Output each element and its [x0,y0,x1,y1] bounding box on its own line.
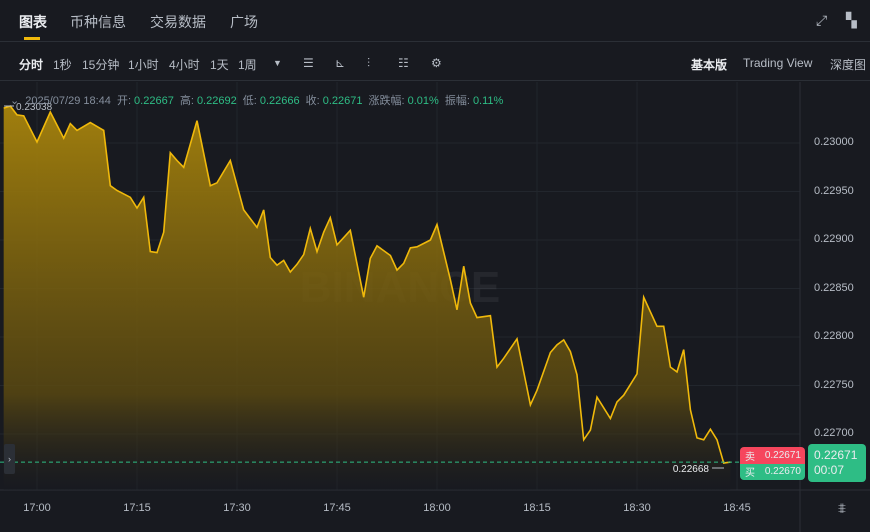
high-value: 0.22692 [196,95,237,107]
y-tick-label: 0.23000 [814,136,854,148]
area-fill [3,106,731,490]
y-tick-label: 0.22800 [814,330,854,342]
collapse-icon[interactable]: ⌄ [10,95,19,107]
close-label: 收: [305,95,320,107]
change-label: 涨跌幅: [368,95,405,107]
ohlc-info: ⌄ 2025/07/29 18:44 开: 0.22667 高: 0.22692 低… [10,92,506,108]
close-value: 0.22671 [322,95,363,107]
auto-scale-icon[interactable]: ⩨ [838,500,846,517]
y-tick-label: 0.22900 [814,233,854,245]
x-tick-label: 17:30 [223,502,251,514]
low-marker-label: 0.22668 [673,464,710,475]
last-price-tag: 0.22671 00:07 [808,444,866,482]
x-tick-label: 18:15 [523,502,551,514]
sell-label: 卖 [745,451,755,463]
info-datetime: 2025/07/29 18:44 [25,95,111,107]
expand-sidebar-button[interactable]: › [4,444,15,474]
y-tick-label: 0.22700 [814,427,854,439]
x-tick-label: 17:00 [23,502,51,514]
candle-countdown: 00:07 [814,463,845,477]
buy-label: 买 [745,468,755,480]
x-tick-label: 18:45 [723,502,751,514]
last-price: 0.22671 [814,448,858,462]
x-tick-label: 18:00 [423,502,451,514]
open-value: 0.22667 [134,95,174,107]
x-tick-label: 17:15 [123,502,151,514]
buy-button[interactable]: 买 0.22670 [740,463,805,480]
x-tick-label: 18:30 [623,502,651,514]
low-label: 低: [242,95,257,107]
amplitude-label: 振幅: [444,95,470,107]
open-label: 开: [116,95,132,107]
change-value: 0.01% [407,95,439,107]
buy-price: 0.22670 [764,466,801,478]
y-tick-label: 0.22750 [814,378,854,391]
y-tick-label: 0.22850 [814,281,854,294]
y-tick-label: 0.22950 [814,184,854,197]
x-tick-label: 17:45 [323,502,351,514]
sell-price: 0.22671 [764,449,801,461]
sell-button[interactable]: 卖 0.22671 [740,447,805,464]
amplitude-value: 0.11% [472,95,504,107]
low-value: 0.22666 [259,95,300,107]
order-quick-panel: 卖 0.22671 买 0.22670 [740,447,805,480]
high-label: 高: [179,95,194,107]
